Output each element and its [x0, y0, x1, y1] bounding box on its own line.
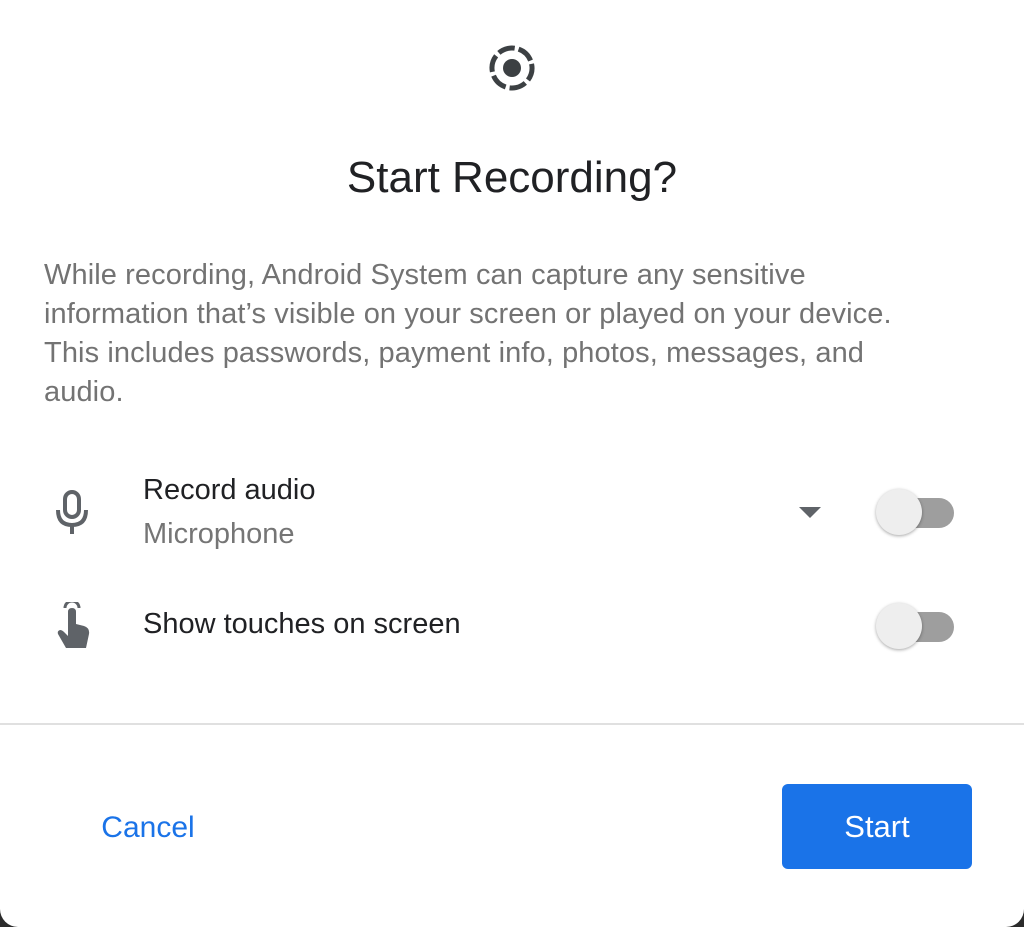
- divider: [0, 723, 1024, 725]
- switch-thumb: [876, 603, 922, 649]
- screen-record-icon: [489, 45, 535, 91]
- start-recording-dialog: Start Recording? While recording, Androi…: [0, 0, 1024, 927]
- show-touches-switch[interactable]: [876, 602, 956, 650]
- show-touches-label: Show touches on screen: [143, 608, 461, 640]
- show-touches-row: Show touches on screen: [0, 590, 1024, 670]
- microphone-icon: [56, 490, 88, 534]
- record-audio-row: Record audio Microphone: [0, 460, 1024, 570]
- record-audio-label: Record audio: [143, 474, 316, 506]
- start-button[interactable]: Start: [782, 784, 972, 869]
- audio-source-dropdown-icon[interactable]: [799, 507, 821, 518]
- touch-icon: [57, 602, 90, 648]
- cancel-button[interactable]: Cancel: [78, 788, 218, 868]
- record-audio-switch[interactable]: [876, 488, 956, 536]
- dialog-description: While recording, Android System can capt…: [44, 259, 892, 408]
- switch-thumb: [876, 489, 922, 535]
- dialog-title: Start Recording?: [346, 153, 678, 202]
- audio-source-label: Microphone: [143, 518, 295, 550]
